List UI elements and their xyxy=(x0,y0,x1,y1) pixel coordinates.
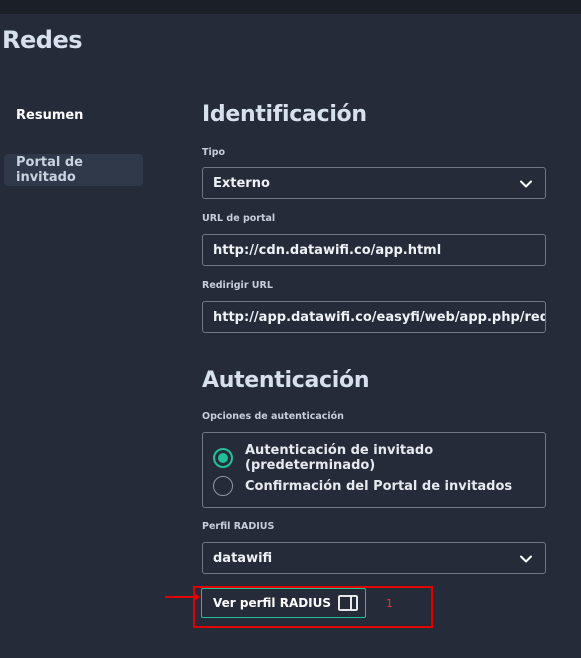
portal-url-input[interactable]: http://cdn.datawifi.co/app.html xyxy=(202,234,546,266)
authentication-heading: Autenticación xyxy=(202,368,370,393)
sidebar-item-summary[interactable]: Resumen xyxy=(4,99,143,131)
radio-selected-icon[interactable] xyxy=(213,448,233,468)
annotation-arrow-icon xyxy=(165,592,201,602)
annotation-number: 1 xyxy=(386,597,393,610)
type-select-value: Externo xyxy=(213,175,270,191)
sidebar-item-guest-portal[interactable]: Portal de invitado xyxy=(4,154,143,186)
top-bar xyxy=(0,0,581,14)
sidebar-item-label: Portal de invitado xyxy=(16,155,83,185)
page-title: Redes xyxy=(2,26,83,54)
radius-profile-value: datawifi xyxy=(213,550,273,566)
auth-option-guest[interactable]: Autenticación de invitado (predeterminad… xyxy=(213,443,545,473)
portal-url-value: http://cdn.datawifi.co/app.html xyxy=(213,242,442,258)
auth-option-label: Autenticación de invitado (predeterminad… xyxy=(245,443,434,473)
redirect-url-input[interactable]: http://app.datawifi.co/easyfi/web/app.ph… xyxy=(202,301,546,333)
type-label: Tipo xyxy=(202,147,226,158)
radio-unselected-icon[interactable] xyxy=(213,476,233,496)
radius-profile-select[interactable]: datawifi xyxy=(202,542,546,574)
radius-profile-label: Perfil RADIUS xyxy=(202,521,275,532)
redirect-url-value: http://app.datawifi.co/easyfi/web/app.ph… xyxy=(213,309,545,325)
annotation-highlight-box xyxy=(193,586,433,628)
type-select[interactable]: Externo xyxy=(202,167,546,199)
auth-options-group: Autenticación de invitado (predeterminad… xyxy=(202,432,546,508)
chevron-down-icon xyxy=(520,555,532,563)
identification-heading: Identificación xyxy=(202,102,367,127)
auth-option-label: Confirmación del Portal de invitados xyxy=(245,478,513,494)
auth-option-portal-confirmation[interactable]: Confirmación del Portal de invitados xyxy=(213,476,512,496)
redirect-url-label: Redirigir URL xyxy=(202,280,273,291)
sidebar-item-label: Resumen xyxy=(16,107,84,123)
auth-options-label: Opciones de autenticación xyxy=(202,411,344,422)
chevron-down-icon xyxy=(520,180,532,188)
portal-url-label: URL de portal xyxy=(202,213,276,224)
